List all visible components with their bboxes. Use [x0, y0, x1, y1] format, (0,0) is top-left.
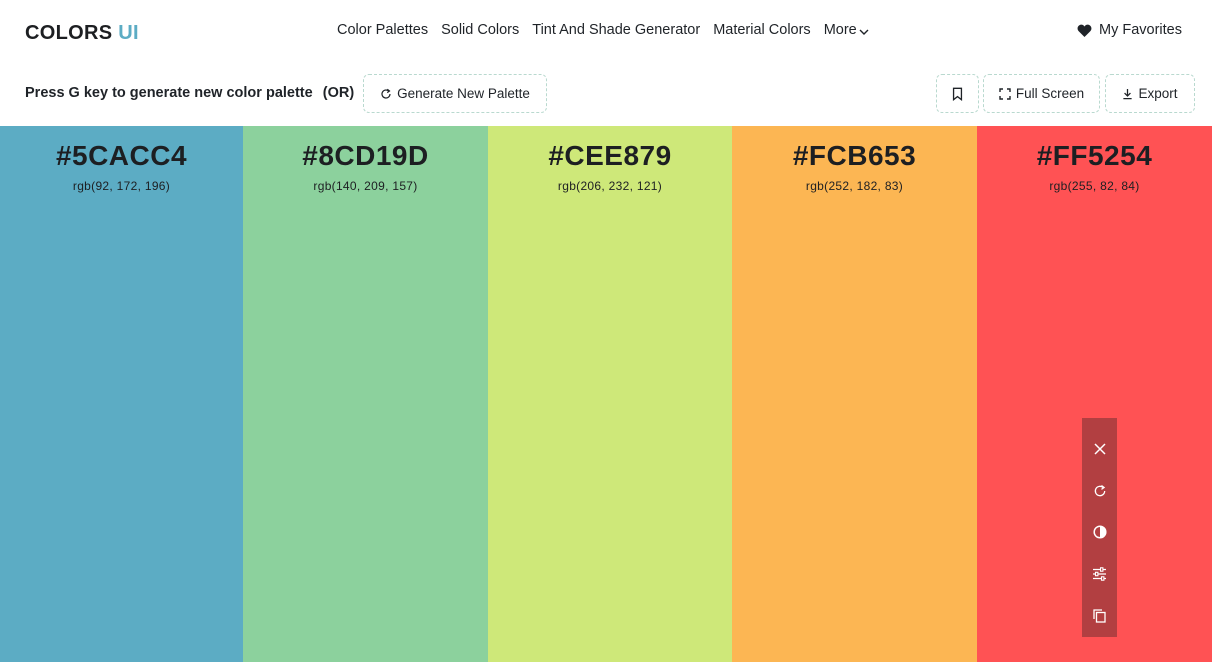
copy-color-button[interactable]	[1082, 595, 1117, 637]
palette-toolbar: Press G key to generate new color palett…	[0, 66, 1212, 126]
swatch-hex-code[interactable]: #CEE879	[488, 140, 732, 172]
swatch-hex-code[interactable]: #5CACC4	[0, 140, 243, 172]
full-screen-label: Full Screen	[1015, 86, 1085, 101]
fullscreen-icon	[999, 87, 1011, 100]
export-label: Export	[1138, 86, 1178, 101]
color-swatch[interactable]: #CEE879 rgb(206, 232, 121)	[488, 126, 732, 662]
bookmark-button[interactable]	[936, 74, 979, 113]
swatch-rgb-value[interactable]: rgb(92, 172, 196)	[0, 179, 243, 193]
refresh-icon	[1094, 484, 1105, 496]
nav-tint-shade-generator[interactable]: Tint And Shade Generator	[532, 22, 700, 38]
download-icon	[1123, 88, 1133, 99]
top-navigation: COLORS UI Color Palettes Solid Colors Ti…	[0, 0, 1212, 66]
swatch-rgb-value[interactable]: rgb(252, 182, 83)	[732, 179, 977, 193]
swatch-rgb-value[interactable]: rgb(206, 232, 121)	[488, 179, 732, 193]
logo-main: COLORS	[25, 22, 113, 44]
or-label: (OR)	[322, 85, 355, 101]
my-favorites-label: My Favorites	[1099, 22, 1182, 38]
refresh-icon	[381, 88, 391, 99]
adjust-color-button[interactable]	[1082, 553, 1117, 595]
main-nav: Color Palettes Solid Colors Tint And Sha…	[337, 22, 882, 38]
contrast-icon	[1092, 525, 1107, 540]
regenerate-color-button[interactable]	[1082, 470, 1117, 512]
keyboard-hint: Press G key to generate new color palett…	[25, 85, 354, 101]
logo-accent: UI	[118, 22, 139, 44]
nav-material-colors[interactable]: Material Colors	[713, 22, 811, 38]
chevron-down-icon	[859, 29, 869, 35]
heart-icon	[1077, 24, 1092, 37]
color-swatch[interactable]: #5CACC4 rgb(92, 172, 196)	[0, 126, 243, 662]
nav-color-palettes[interactable]: Color Palettes	[337, 22, 428, 38]
color-swatch[interactable]: #FCB653 rgb(252, 182, 83)	[732, 126, 977, 662]
full-screen-button[interactable]: Full Screen	[983, 74, 1100, 113]
color-palette: #5CACC4 rgb(92, 172, 196) #8CD19D rgb(14…	[0, 126, 1212, 662]
color-swatch[interactable]: #8CD19D rgb(140, 209, 157)	[243, 126, 488, 662]
nav-more-label: More	[823, 22, 857, 38]
swatch-rgb-value[interactable]: rgb(140, 209, 157)	[243, 179, 488, 193]
copy-icon	[1093, 609, 1106, 623]
export-button[interactable]: Export	[1105, 74, 1195, 113]
swatch-tools-panel	[1082, 418, 1117, 637]
contrast-button[interactable]	[1082, 512, 1117, 554]
swatch-hex-code[interactable]: #FCB653	[732, 140, 977, 172]
bookmark-icon	[952, 87, 963, 101]
swatch-hex-code[interactable]: #FF5254	[977, 140, 1212, 172]
swatch-hex-code[interactable]: #8CD19D	[243, 140, 488, 172]
my-favorites-link[interactable]: My Favorites	[1077, 22, 1182, 38]
keyboard-hint-text: Press G key to generate new color palett…	[25, 85, 313, 101]
nav-more-dropdown[interactable]: More	[824, 22, 869, 38]
generate-palette-label: Generate New Palette	[397, 86, 530, 101]
generate-palette-button[interactable]: Generate New Palette	[363, 74, 547, 113]
swatch-rgb-value[interactable]: rgb(255, 82, 84)	[977, 179, 1212, 193]
sliders-icon	[1093, 567, 1106, 582]
remove-color-button[interactable]	[1082, 428, 1117, 470]
close-icon	[1093, 443, 1106, 455]
logo[interactable]: COLORS UI	[25, 22, 139, 45]
nav-solid-colors[interactable]: Solid Colors	[441, 22, 519, 38]
